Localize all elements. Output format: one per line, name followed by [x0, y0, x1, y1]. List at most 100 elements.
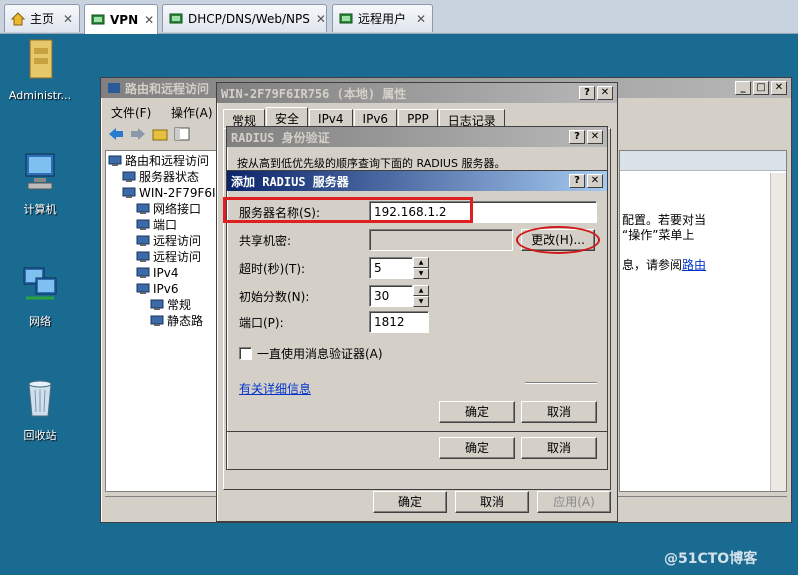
help-link[interactable]: 路由: [682, 258, 706, 272]
tab-remote-users[interactable]: 远程用户 ✕: [332, 4, 433, 32]
tab-label: 主页: [30, 12, 55, 26]
vm-tab-strip: 主页 ✕ VPN ✕ DHCP/DNS/Web/NPS ✕ 远程用户 ✕: [0, 0, 798, 34]
server-icon: [169, 13, 183, 23]
menu-file[interactable]: 文件(F): [111, 104, 151, 121]
server-icon: [91, 14, 105, 24]
tree-item-label: WIN-2F79F6I: [139, 186, 216, 200]
server-icon: [339, 13, 353, 23]
close-button[interactable]: ✕: [587, 174, 603, 188]
close-icon[interactable]: ✕: [138, 13, 154, 27]
properties-cancel-button[interactable]: 取消: [455, 491, 529, 513]
tree-item[interactable]: 路由和远程访问: [108, 153, 218, 169]
tree-item[interactable]: 服务器状态: [108, 169, 218, 185]
initial-score-input[interactable]: 30: [369, 285, 413, 307]
radius-auth-ok-button[interactable]: 确定: [439, 437, 515, 459]
authenticator-checkbox[interactable]: [239, 347, 252, 360]
tree-node-icon: [122, 187, 136, 198]
show-tree-icon[interactable]: [173, 126, 191, 142]
tab-dhcp-dns-web-nps[interactable]: DHCP/DNS/Web/NPS ✕: [162, 4, 327, 32]
tree-item-label: IPv4: [153, 266, 179, 280]
tree-node-icon: [136, 203, 150, 214]
computer-icon: [25, 153, 55, 190]
initial-score-label: 初始分数(N):: [239, 290, 310, 304]
details-pane: 配置。若要对当 “操作”菜单上 息，请参阅路由: [619, 150, 787, 492]
close-icon[interactable]: ✕: [410, 12, 426, 26]
minimize-button[interactable]: _: [735, 81, 751, 95]
tree-item-label: 远程访问: [153, 234, 202, 248]
properties-title: WIN-2F79F6IR756 (本地) 属性: [221, 86, 407, 101]
help-button[interactable]: ?: [579, 86, 595, 100]
desktop-icon-recycle-bin[interactable]: 回收站: [0, 376, 80, 443]
initial-score-spinner[interactable]: ▲ ▼: [413, 285, 429, 307]
forward-arrow-icon[interactable]: [129, 126, 147, 142]
authenticator-label: 一直使用消息验证器(A): [257, 347, 383, 361]
tree-item[interactable]: 远程访问: [108, 249, 218, 265]
menu-action[interactable]: 操作(A): [171, 104, 213, 121]
separator: [525, 382, 597, 384]
details-text-1: 配置。若要对当: [622, 213, 707, 227]
shared-secret-input[interactable]: [369, 229, 513, 251]
desktop-icon-network[interactable]: 网络: [0, 262, 80, 329]
timeout-spinner[interactable]: ▲ ▼: [413, 257, 429, 279]
window-controls: ? ✕: [579, 86, 613, 100]
add-radius-ok-button[interactable]: 确定: [439, 401, 515, 423]
tree-node-icon: [136, 235, 150, 246]
highlight-server-name: [223, 197, 473, 223]
details-text-2: “操作”菜单上: [622, 228, 695, 242]
tab-label: 远程用户: [358, 12, 407, 26]
tree-node-icon: [136, 219, 150, 230]
watermark: @51CTO博客: [664, 551, 758, 567]
close-button[interactable]: ✕: [771, 81, 787, 95]
user-folder-icon: [29, 39, 53, 79]
tree-item[interactable]: IPv6: [108, 281, 218, 297]
desktop-icon-administrator[interactable]: Administr...: [0, 38, 80, 102]
properties-ok-button[interactable]: 确定: [373, 491, 447, 513]
tab-label: VPN: [110, 12, 139, 27]
add-radius-cancel-button[interactable]: 取消: [521, 401, 597, 423]
tree-node-icon: [150, 315, 164, 326]
window-controls: ? ✕: [569, 130, 603, 144]
add-radius-title: 添加 RADIUS 服务器: [231, 174, 349, 189]
radius-auth-description: 按从高到低优先级的顺序查询下面的 RADIUS 服务器。: [237, 157, 506, 170]
radius-auth-cancel-button[interactable]: 取消: [521, 437, 597, 459]
more-info-link[interactable]: 有关详细信息: [239, 380, 311, 397]
window-controls: _ □ ✕: [735, 81, 787, 95]
tree-item[interactable]: 常规: [108, 297, 218, 313]
rras-title: 路由和远程访问: [125, 81, 210, 96]
desktop-icon-computer[interactable]: 计算机: [0, 150, 80, 217]
tree-item[interactable]: WIN-2F79F6I: [108, 185, 218, 201]
tab-home[interactable]: 主页 ✕: [4, 4, 80, 32]
help-button[interactable]: ?: [569, 174, 585, 188]
close-icon[interactable]: ✕: [310, 12, 326, 26]
tree-item-label: 路由和远程访问: [125, 154, 210, 168]
tree-item[interactable]: 端口: [108, 217, 218, 233]
radius-auth-title: RADIUS 身份验证: [231, 130, 330, 145]
port-input[interactable]: 1812: [369, 311, 429, 333]
maximize-button[interactable]: □: [753, 81, 769, 95]
close-button[interactable]: ✕: [587, 130, 603, 144]
tree-item[interactable]: IPv4: [108, 265, 218, 281]
highlight-change-button: [516, 226, 600, 254]
window-controls: ? ✕: [569, 174, 603, 188]
close-icon[interactable]: ✕: [57, 12, 73, 26]
properties-apply-button[interactable]: 应用(A): [537, 491, 611, 513]
up-folder-icon[interactable]: [151, 126, 169, 142]
tree-item-label: IPv6: [153, 282, 179, 296]
tab-vpn[interactable]: VPN ✕: [84, 4, 158, 34]
home-icon: [11, 11, 25, 25]
help-button[interactable]: ?: [569, 130, 585, 144]
timeout-input[interactable]: 5: [369, 257, 413, 279]
tree-node-icon: [122, 171, 136, 182]
tree-node-icon: [108, 155, 122, 166]
rras-icon: [108, 83, 120, 93]
authenticator-checkbox-row[interactable]: 一直使用消息验证器(A): [239, 345, 383, 362]
close-button[interactable]: ✕: [597, 86, 613, 100]
tree-item[interactable]: 静态路: [108, 313, 218, 329]
tree-item[interactable]: 网络接口: [108, 201, 218, 217]
tree-node-icon: [136, 283, 150, 294]
tree-item[interactable]: 远程访问: [108, 233, 218, 249]
add-radius-titlebar: 添加 RADIUS 服务器 ? ✕: [227, 171, 607, 191]
tree-item-label: 网络接口: [153, 202, 202, 216]
scrollbar[interactable]: [770, 173, 786, 491]
back-arrow-icon[interactable]: [107, 126, 125, 142]
